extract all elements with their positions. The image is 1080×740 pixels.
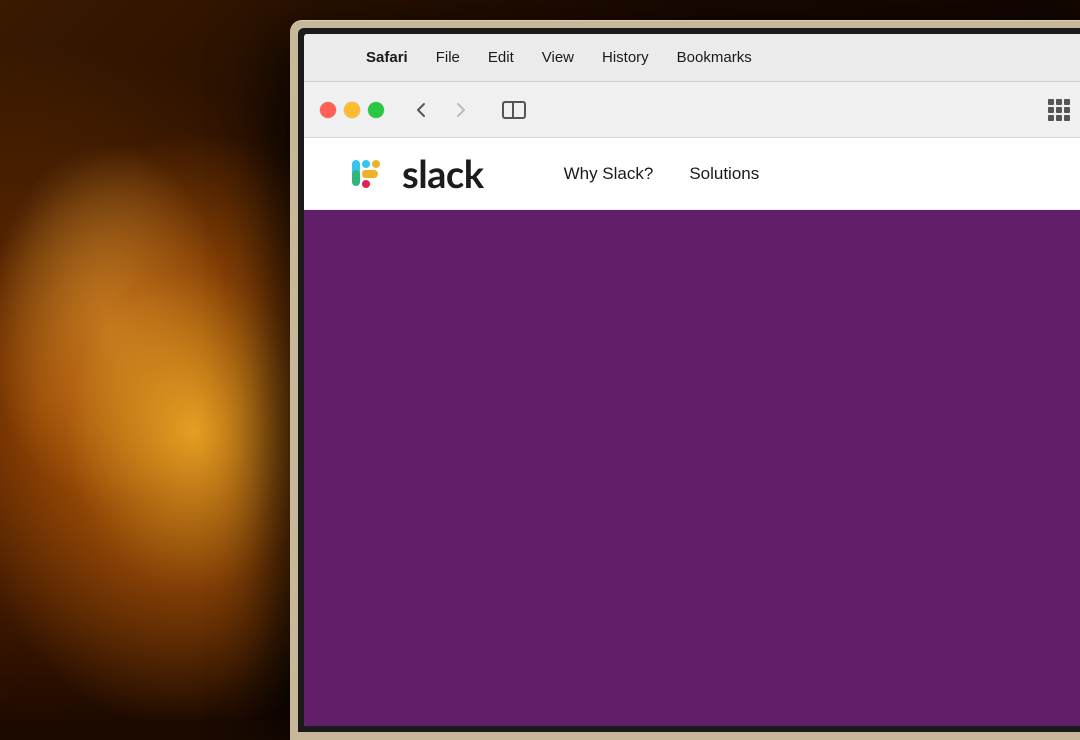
slack-hero-section — [304, 210, 1080, 726]
menu-item-edit[interactable]: Edit — [488, 49, 514, 66]
apple-logo-icon[interactable]:  — [324, 47, 338, 68]
menu-item-view[interactable]: View — [542, 49, 574, 66]
grid-dot — [1064, 99, 1070, 105]
menu-item-file[interactable]: File — [436, 49, 460, 66]
nav-buttons — [404, 93, 478, 127]
slack-logo[interactable]: slack — [344, 151, 484, 197]
grid-dot — [1056, 99, 1062, 105]
grid-dot — [1048, 99, 1054, 105]
grid-dot — [1048, 115, 1054, 121]
traffic-lights — [320, 102, 384, 118]
menu-item-history[interactable]: History — [602, 49, 649, 66]
screen-bezel:  Safari File Edit View History Bookmark… — [298, 28, 1080, 732]
menu-bar:  Safari File Edit View History Bookmark… — [304, 34, 1080, 82]
screen:  Safari File Edit View History Bookmark… — [304, 34, 1080, 726]
nav-link-solutions[interactable]: Solutions — [689, 164, 759, 184]
grid-dot — [1048, 107, 1054, 113]
grid-view-icon[interactable] — [1048, 99, 1070, 121]
grid-dot — [1064, 107, 1070, 113]
slack-nav: slack Why Slack? Solutions — [304, 138, 1080, 210]
slack-logo-icon — [344, 152, 388, 196]
minimize-button[interactable] — [344, 102, 360, 118]
nav-link-why-slack[interactable]: Why Slack? — [564, 164, 654, 184]
grid-dot — [1064, 115, 1070, 121]
slack-wordmark: slack — [402, 151, 484, 197]
macbook-frame:  Safari File Edit View History Bookmark… — [290, 20, 1080, 740]
slack-nav-links: Why Slack? Solutions — [564, 164, 760, 184]
sidebar-toggle-button[interactable] — [494, 93, 534, 127]
sidebar-icon — [502, 101, 526, 119]
grid-dot — [1056, 115, 1062, 121]
maximize-button[interactable] — [368, 102, 384, 118]
safari-toolbar — [304, 82, 1080, 138]
menu-item-bookmarks[interactable]: Bookmarks — [677, 49, 752, 66]
back-button[interactable] — [404, 93, 438, 127]
website-content: slack Why Slack? Solutions — [304, 138, 1080, 726]
toolbar-right — [1048, 99, 1070, 121]
grid-dot — [1056, 107, 1062, 113]
forward-button[interactable] — [444, 93, 478, 127]
close-button[interactable] — [320, 102, 336, 118]
menu-item-safari[interactable]: Safari — [366, 49, 408, 66]
